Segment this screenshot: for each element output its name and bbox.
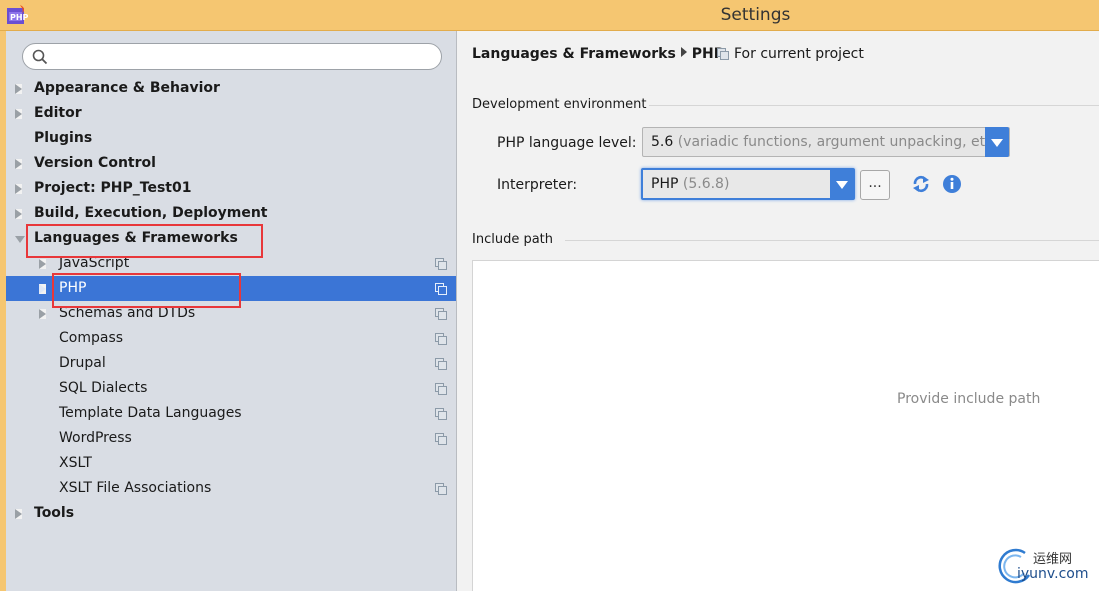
- tree-item-label: SQL Dialects: [59, 380, 148, 396]
- highlight-box-languages: [26, 224, 263, 258]
- info-icon[interactable]: [942, 174, 962, 194]
- scope-indicator: For current project: [717, 46, 864, 62]
- expand-arrow-icon[interactable]: [39, 309, 46, 319]
- settings-content: Languages & Frameworks PHP For current pr…: [457, 31, 1099, 591]
- tree-item-plugins[interactable]: Plugins: [6, 126, 456, 151]
- copy-icon: [717, 48, 729, 60]
- tree-item-drupal[interactable]: Drupal: [6, 351, 456, 376]
- copy-icon: [435, 258, 447, 270]
- watermark-logo: 运维网 iyunv.com: [995, 545, 1099, 591]
- expand-arrow-icon[interactable]: [15, 159, 22, 169]
- tree-item-build[interactable]: Build, Execution, Deployment: [6, 201, 456, 226]
- copy-icon: [435, 358, 447, 370]
- scope-label: For current project: [734, 46, 864, 62]
- tree-item-compass[interactable]: Compass: [6, 326, 456, 351]
- tree-item-label: Version Control: [34, 155, 156, 171]
- breadcrumb-parent[interactable]: Languages & Frameworks: [472, 46, 676, 62]
- tree-item-label: Project: PHP_Test01: [34, 180, 192, 196]
- tree-item-editor[interactable]: Editor: [6, 101, 456, 126]
- interpreter-value: PHP (5.6.8): [651, 176, 729, 192]
- breadcrumb: Languages & Frameworks PHP: [472, 46, 724, 62]
- settings-sidebar: Appearance & Behavior Editor Plugins Ver…: [6, 31, 457, 591]
- collapse-arrow-icon[interactable]: [15, 236, 25, 243]
- highlight-box-php: [52, 273, 241, 308]
- expand-arrow-icon[interactable]: [39, 284, 46, 294]
- section-divider: [649, 105, 1099, 106]
- expand-arrow-icon[interactable]: [15, 84, 22, 94]
- interpreter-name: PHP: [651, 176, 679, 192]
- php-language-level-label: PHP language level:: [497, 135, 637, 151]
- tree-item-template-data-languages[interactable]: Template Data Languages: [6, 401, 456, 426]
- tree-item-label: Editor: [34, 105, 82, 121]
- php-language-level-select[interactable]: 5.6 (variadic functions, argument unpack…: [642, 127, 1010, 157]
- search-icon: [32, 49, 48, 65]
- dropdown-arrow-icon[interactable]: [830, 169, 854, 199]
- expand-arrow-icon[interactable]: [15, 184, 22, 194]
- tree-item-label: Template Data Languages: [59, 405, 242, 421]
- tree-item-label: Compass: [59, 330, 124, 346]
- copy-icon: [435, 283, 447, 295]
- tree-item-wordpress[interactable]: WordPress: [6, 426, 456, 451]
- window-title: Settings: [720, 5, 791, 25]
- tree-item-tools[interactable]: Tools: [6, 501, 456, 526]
- copy-icon: [435, 308, 447, 320]
- refresh-icon[interactable]: [911, 174, 931, 194]
- section-divider: [565, 240, 1099, 241]
- copy-icon: [435, 333, 447, 345]
- tree-item-project[interactable]: Project: PHP_Test01: [6, 176, 456, 201]
- expand-arrow-icon[interactable]: [15, 509, 22, 519]
- tree-item-xslt-file-associations[interactable]: XSLT File Associations: [6, 476, 456, 501]
- copy-icon: [435, 383, 447, 395]
- php-level-number: 5.6: [651, 134, 674, 150]
- php-level-description: (variadic functions, argument unpacking,…: [677, 134, 1003, 150]
- watermark-text: 运维网: [1033, 552, 1073, 567]
- tree-item-label: Drupal: [59, 355, 106, 371]
- tree-item-version-control[interactable]: Version Control: [6, 151, 456, 176]
- expand-arrow-icon[interactable]: [39, 259, 46, 269]
- search-input[interactable]: [22, 43, 442, 70]
- window-titlebar: PHP Settings: [0, 0, 1099, 31]
- copy-icon: [435, 483, 447, 495]
- tree-item-label: Tools: [34, 505, 75, 521]
- interpreter-label: Interpreter:: [497, 177, 578, 193]
- interpreter-browse-button[interactable]: ...: [860, 170, 890, 200]
- section-title-include-path: Include path: [472, 232, 554, 247]
- tree-item-label: XSLT: [59, 455, 92, 471]
- tree-item-label: Build, Execution, Deployment: [34, 205, 268, 221]
- tree-item-label: WordPress: [59, 430, 132, 446]
- watermark-domain: iyunv.com: [1017, 566, 1089, 582]
- tree-item-label: Appearance & Behavior: [34, 80, 220, 96]
- interpreter-version: (5.6.8): [682, 176, 730, 192]
- include-path-placeholder: Provide include path: [897, 391, 1041, 407]
- expand-arrow-icon[interactable]: [15, 209, 22, 219]
- expand-arrow-icon[interactable]: [15, 109, 22, 119]
- php-language-level-value: 5.6 (variadic functions, argument unpack…: [651, 134, 1003, 150]
- tree-item-label: Plugins: [34, 130, 93, 146]
- copy-icon: [435, 433, 447, 445]
- tree-item-label: XSLT File Associations: [59, 480, 212, 496]
- tree-item-appearance[interactable]: Appearance & Behavior: [6, 76, 456, 101]
- breadcrumb-separator-icon: [680, 47, 687, 57]
- tree-item-sql-dialects[interactable]: SQL Dialects: [6, 376, 456, 401]
- copy-icon: [435, 408, 447, 420]
- dropdown-arrow-icon[interactable]: [985, 127, 1009, 157]
- tree-item-xslt[interactable]: XSLT: [6, 451, 456, 476]
- include-path-list[interactable]: [472, 260, 1099, 591]
- interpreter-select[interactable]: PHP (5.6.8): [641, 168, 855, 200]
- section-title-development-environment: Development environment: [472, 97, 647, 112]
